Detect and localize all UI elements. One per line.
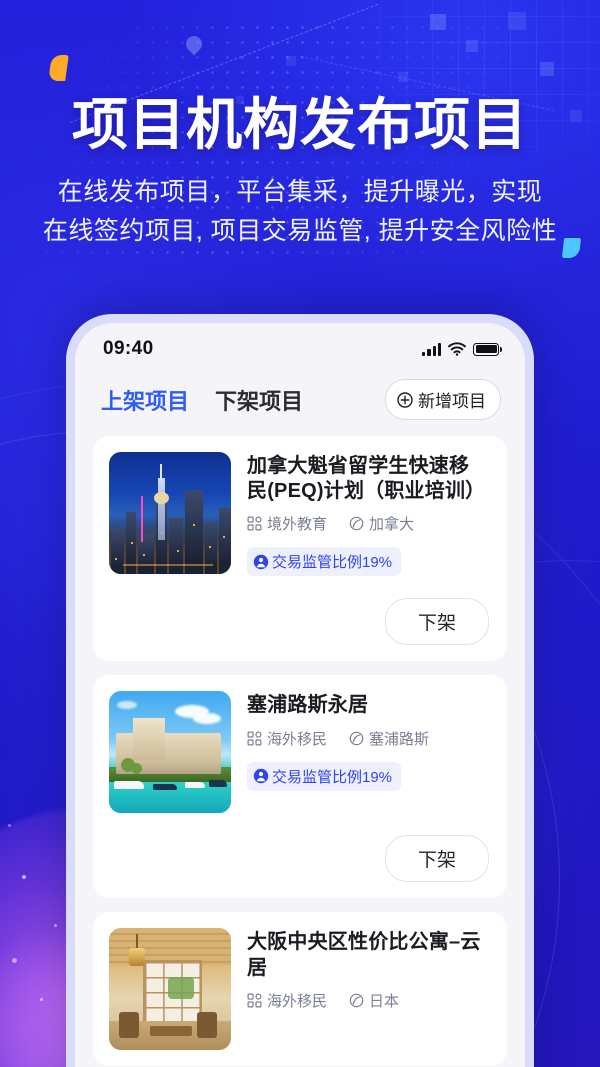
page-subtitle-line-2: 在线签约项目, 项目交易监管, 提升安全风险性: [42, 217, 558, 245]
osaka-apartment-interior-photo: [109, 928, 231, 1051]
project-category: 境外教育: [247, 513, 327, 534]
decorative-square: [466, 40, 478, 52]
status-bar: 09:40: [75, 323, 525, 369]
decorative-spark: [22, 875, 26, 879]
decorative-spark: [54, 924, 57, 927]
globe-icon: [349, 993, 364, 1008]
status-bar-icons: [422, 342, 502, 356]
status-badge: 交易监管比例19%: [247, 761, 402, 791]
project-thumbnail: [109, 691, 231, 814]
project-meta: 海外移民 日本: [247, 990, 489, 1011]
user-shield-icon: [253, 554, 269, 570]
project-thumbnail: [109, 452, 231, 574]
project-region: 塞浦路斯: [349, 728, 429, 749]
plus-circle-icon: [397, 391, 413, 408]
project-meta: 境外教育 加拿大: [247, 513, 489, 534]
page-subtitle-line-1: 在线发布项目，平台集采，提升曝光，实现: [57, 178, 543, 206]
globe-icon: [349, 517, 364, 531]
card-top: 大阪中央区性价比公寓–云居 海外移民 日本: [109, 928, 489, 1051]
tab-listed-projects[interactable]: 上架项目: [99, 382, 191, 418]
project-category-label: 境外教育: [267, 516, 328, 534]
card-top: 加拿大魁省留学生快速移民(PEQ)计划（职业培训） 境外教育 加拿大 交易监管比…: [109, 452, 489, 577]
phone-screen: 09:40 上架项目 下架项目 新增项目 加拿大魁省留学生快速移民(PEQ)计划…: [75, 323, 525, 1067]
status-badge: 交易监管比例19%: [247, 547, 402, 577]
signal-bars-icon: [422, 342, 441, 356]
project-meta: 海外移民 塞浦路斯: [247, 728, 489, 749]
list-item[interactable]: 加拿大魁省留学生快速移民(PEQ)计划（职业培训） 境外教育 加拿大 交易监管比…: [93, 436, 507, 662]
project-region-label: 塞浦路斯: [369, 730, 430, 748]
card-top: 塞浦路斯永居 海外移民 塞浦路斯 交易监管比例19%: [109, 691, 489, 814]
project-category-label: 海外移民: [267, 992, 328, 1010]
project-region-label: 加拿大: [369, 516, 415, 534]
user-shield-icon: [253, 768, 269, 784]
grid-category-icon: [247, 993, 262, 1008]
project-thumbnail: [109, 928, 231, 1051]
list-item[interactable]: 大阪中央区性价比公寓–云居 海外移民 日本: [93, 912, 507, 1067]
project-title: 加拿大魁省留学生快速移民(PEQ)计划（职业培训）: [247, 455, 486, 503]
add-project-label: 新增项目: [418, 392, 486, 411]
unlist-button[interactable]: 下架: [384, 598, 489, 646]
toronto-skyline-photo: [109, 452, 231, 574]
wifi-icon: [448, 342, 466, 356]
tab-unlisted-projects[interactable]: 下架项目: [213, 382, 305, 418]
project-category: 海外移民: [247, 990, 327, 1011]
card-body: 大阪中央区性价比公寓–云居 海外移民 日本: [247, 928, 489, 1050]
decorative-spark: [12, 958, 17, 963]
promo-screenshot: 项目机构发布项目 在线发布项目，平台集采，提升曝光，实现 在线签约项目, 项目交…: [0, 0, 600, 1067]
project-list: 加拿大魁省留学生快速移民(PEQ)计划（职业培训） 境外教育 加拿大 交易监管比…: [75, 436, 525, 1067]
project-category: 海外移民: [247, 728, 327, 749]
decorative-square: [540, 62, 554, 76]
card-actions: 下架: [109, 598, 489, 646]
decorative-square: [430, 14, 446, 30]
project-title: 大阪中央区性价比公寓–云居: [247, 931, 481, 979]
unlist-button[interactable]: 下架: [384, 835, 489, 883]
decorative-spark: [8, 824, 11, 827]
page-title: 项目机构发布项目: [72, 93, 528, 158]
status-bar-time: 09:40: [103, 338, 154, 359]
status-badge-label: 交易监管比例19%: [272, 768, 393, 786]
card-body: 塞浦路斯永居 海外移民 塞浦路斯 交易监管比例19%: [247, 691, 489, 813]
cyprus-kyrenia-castle-photo: [109, 691, 231, 814]
add-project-button[interactable]: 新增项目: [385, 379, 501, 420]
project-region-label: 日本: [369, 992, 400, 1010]
list-item[interactable]: 塞浦路斯永居 海外移民 塞浦路斯 交易监管比例19% 下架: [93, 675, 507, 899]
grid-category-icon: [247, 516, 262, 531]
phone-mockup: 09:40 上架项目 下架项目 新增项目 加拿大魁省留学生快速移民(PEQ)计划…: [66, 314, 534, 1067]
globe-icon: [349, 731, 364, 745]
card-actions: 下架: [109, 835, 489, 883]
project-title: 塞浦路斯永居: [247, 694, 369, 717]
battery-full-icon: [473, 342, 502, 356]
project-category-label: 海外移民: [267, 730, 328, 748]
project-region: 加拿大: [349, 513, 414, 534]
decorative-square: [508, 12, 526, 30]
status-badge-label: 交易监管比例19%: [272, 554, 393, 572]
project-region: 日本: [349, 990, 399, 1011]
decorative-square: [286, 56, 296, 66]
tab-bar: 上架项目 下架项目 新增项目: [75, 369, 525, 436]
grid-category-icon: [247, 731, 262, 746]
decorative-spark: [40, 998, 43, 1001]
card-body: 加拿大魁省留学生快速移民(PEQ)计划（职业培训） 境外教育 加拿大 交易监管比…: [247, 452, 489, 577]
